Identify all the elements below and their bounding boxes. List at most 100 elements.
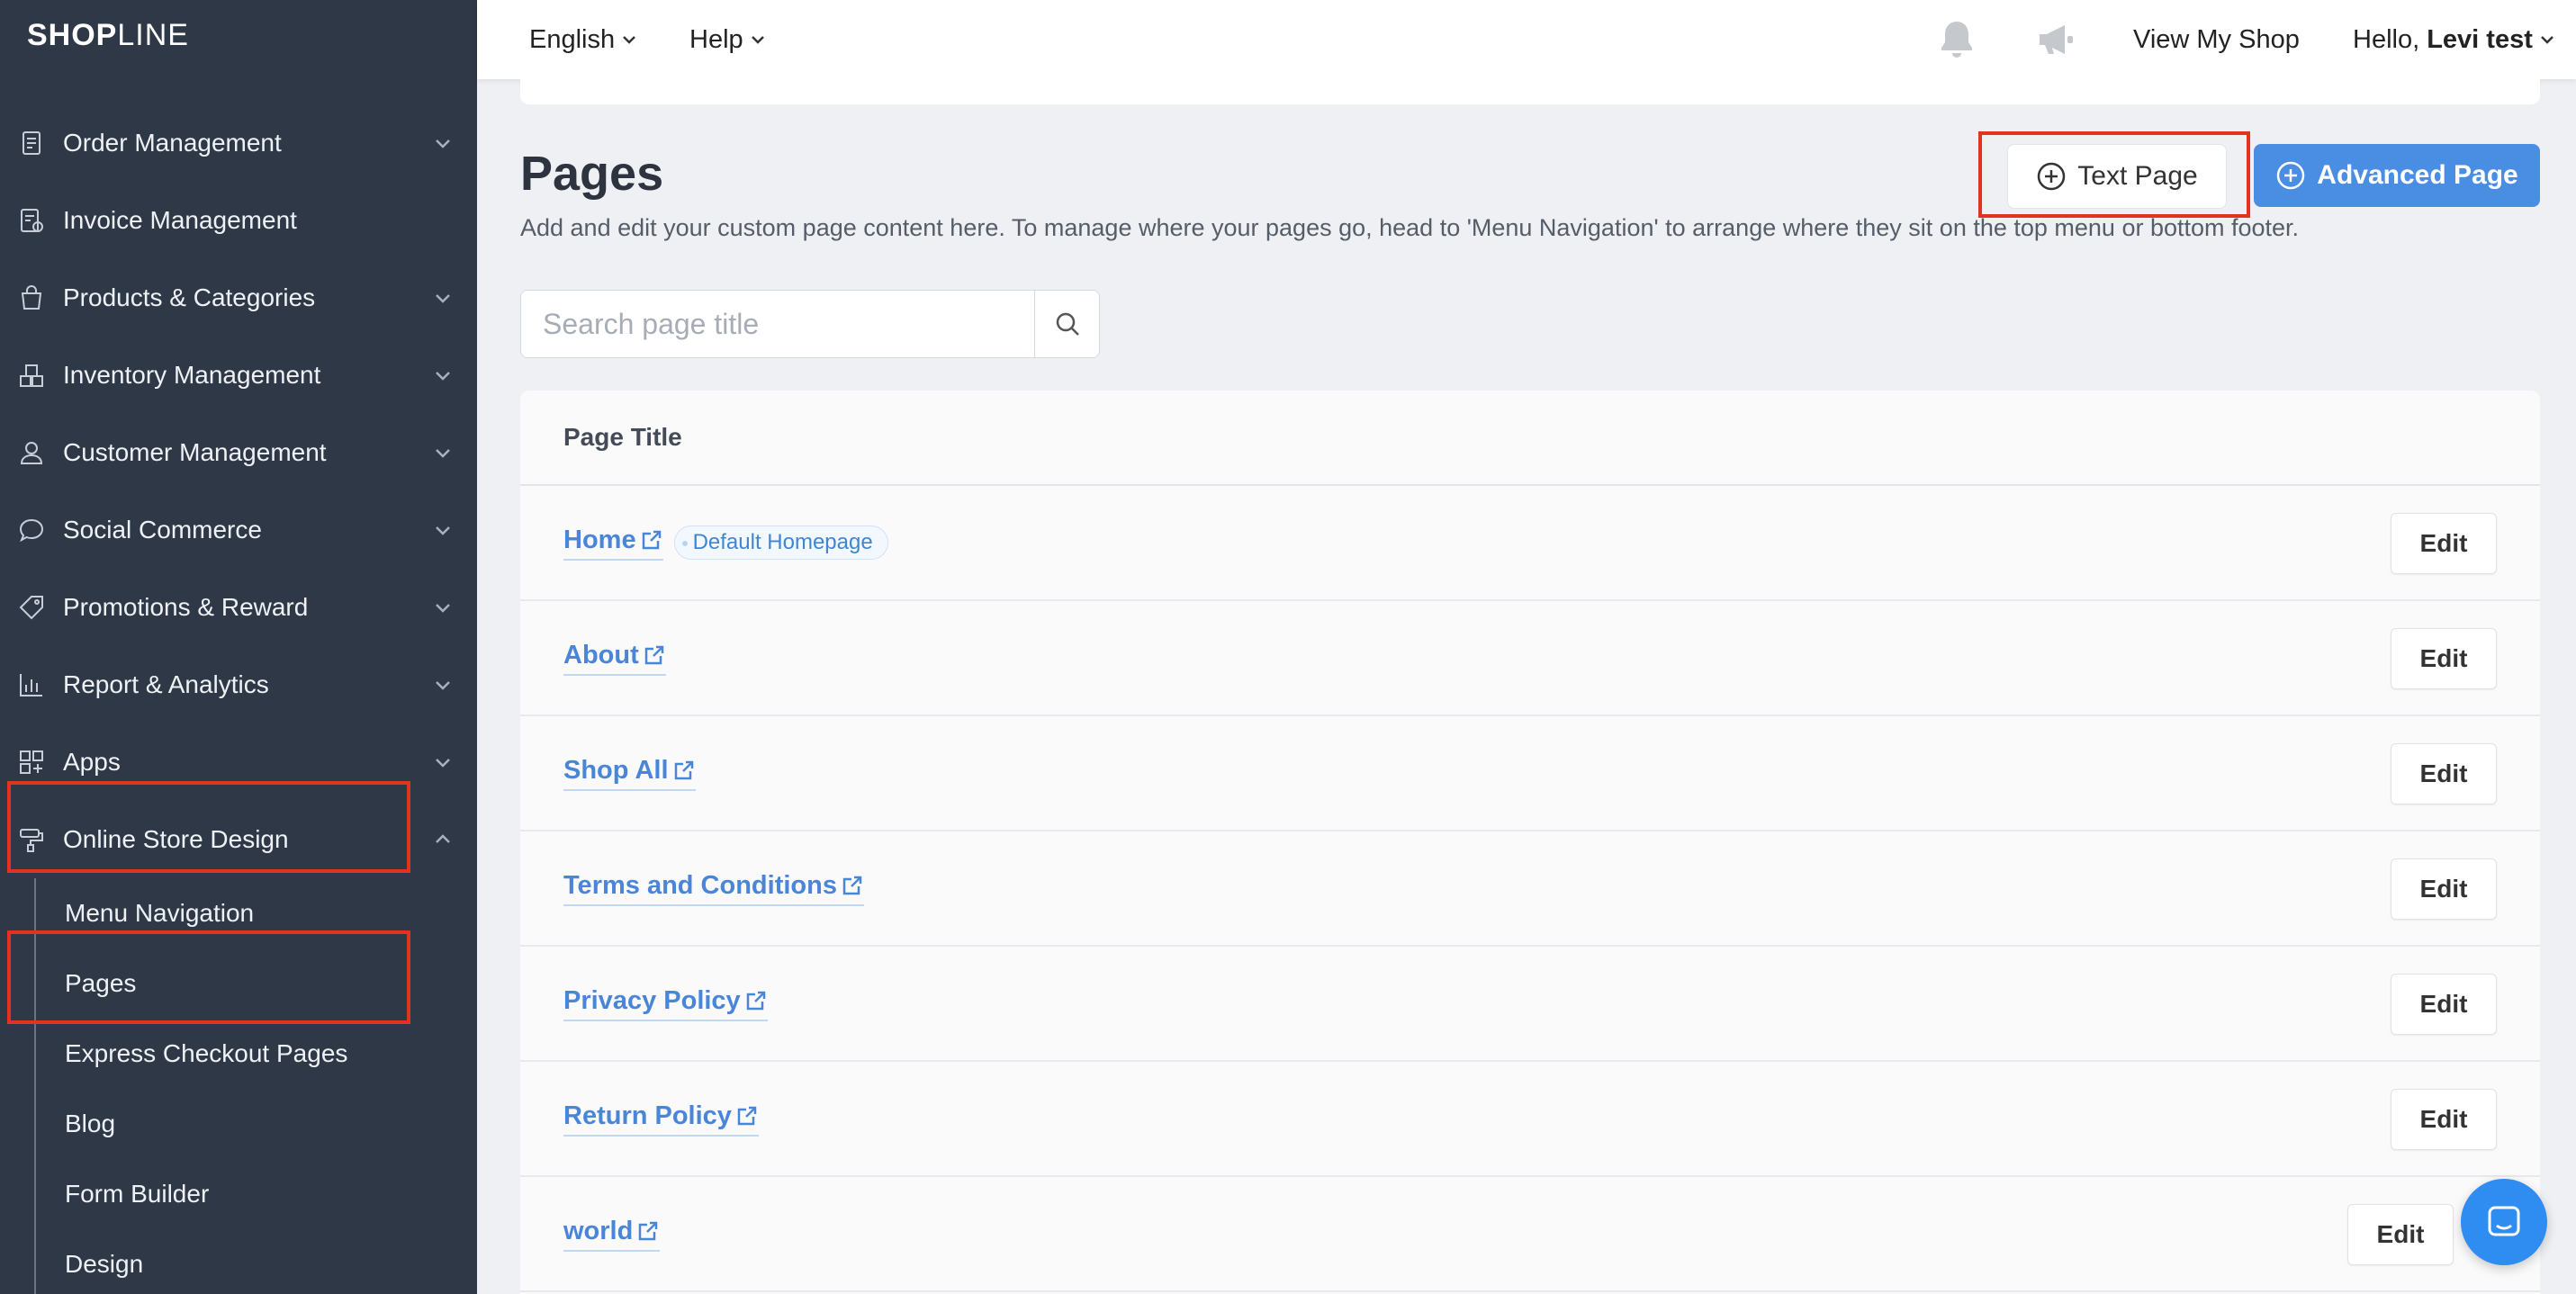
chevron-down-icon	[2540, 36, 2553, 44]
help-dropdown[interactable]: Help	[689, 0, 767, 79]
user-name: Levi test	[2427, 24, 2533, 54]
sidebar-subitem-menu-navigation[interactable]: Menu Navigation	[36, 878, 477, 948]
chevron-down-icon	[432, 132, 454, 154]
sidebar-item-label: Report & Analytics	[63, 670, 269, 698]
chevron-down-icon	[623, 36, 636, 44]
page-title-text: world	[563, 1216, 634, 1245]
sidebar: SHOPLINE Order Management Invoice Manage…	[0, 0, 477, 1294]
chevron-down-icon	[432, 287, 454, 309]
sidebar-item-inventory-management[interactable]: Inventory Management	[0, 337, 477, 414]
search-button[interactable]	[1034, 291, 1099, 357]
page-link[interactable]: Return Policy	[563, 1101, 759, 1137]
sidebar-subitem-express-checkout-pages[interactable]: Express Checkout Pages	[36, 1019, 477, 1089]
chevron-down-icon	[432, 364, 454, 386]
sidebar-subitem-blog[interactable]: Blog	[36, 1089, 477, 1159]
sidebar-item-label: Customer Management	[63, 438, 327, 466]
sidebar-subitem-pages[interactable]: Pages	[36, 948, 477, 1019]
sidebar-item-products-categories[interactable]: Products & Categories	[0, 259, 477, 337]
plus-circle-icon	[2277, 161, 2305, 190]
table-row: Shop All Edit	[520, 716, 2540, 831]
chevron-up-icon	[432, 829, 454, 850]
add-text-page-button[interactable]: Text Page	[2007, 144, 2227, 209]
page-link[interactable]: Shop All	[563, 756, 696, 791]
sidebar-item-label: Apps	[63, 748, 121, 776]
sidebar-item-label: Social Commerce	[63, 516, 262, 544]
boxes-icon	[16, 360, 47, 391]
page-title-text: Shop All	[563, 755, 669, 785]
sidebar-item-order-management[interactable]: Order Management	[0, 104, 477, 182]
chevron-down-icon	[432, 442, 454, 463]
sidebar-subitem-design[interactable]: Design	[36, 1229, 477, 1294]
search-box	[520, 290, 1100, 358]
chevron-down-icon	[432, 519, 454, 541]
page-title-text: About	[563, 640, 639, 669]
language-label: English	[529, 24, 616, 54]
bell-icon[interactable]	[1933, 16, 1980, 63]
online-store-design-submenu: Menu Navigation Pages Express Checkout P…	[34, 878, 477, 1294]
page-title: Pages	[520, 147, 664, 201]
view-my-shop-link[interactable]: View My Shop	[2133, 0, 2300, 79]
sidebar-item-online-store-design[interactable]: Online Store Design	[0, 801, 477, 878]
external-link-icon	[644, 645, 663, 665]
table-row: world Edit	[520, 1177, 2540, 1292]
sidebar-nav: Order Management Invoice Management Prod…	[0, 104, 477, 1294]
page-link[interactable]: Home	[563, 526, 663, 561]
edit-button[interactable]: Edit	[2391, 513, 2497, 574]
sidebar-item-label: Order Management	[63, 129, 282, 157]
bar-chart-icon	[16, 669, 47, 700]
column-header-page-title: Page Title	[563, 423, 682, 451]
edit-button[interactable]: Edit	[2391, 974, 2497, 1035]
sidebar-item-customer-management[interactable]: Customer Management	[0, 414, 477, 491]
advanced-page-label: Advanced Page	[2317, 160, 2518, 190]
text-page-label: Text Page	[2077, 161, 2198, 191]
external-link-icon	[642, 530, 661, 550]
tag-icon	[16, 592, 47, 623]
chevron-down-icon	[432, 751, 454, 773]
edit-button[interactable]: Edit	[2391, 743, 2497, 804]
search-input[interactable]	[521, 291, 1034, 357]
sidebar-subitem-form-builder[interactable]: Form Builder	[36, 1159, 477, 1229]
sidebar-item-report-analytics[interactable]: Report & Analytics	[0, 646, 477, 723]
edit-button[interactable]: Edit	[2347, 1204, 2454, 1265]
user-menu[interactable]: Hello, Levi test	[2353, 0, 2556, 79]
sidebar-item-label: Inventory Management	[63, 361, 321, 389]
page-title-text: Terms and Conditions	[563, 870, 837, 900]
table-row: About Edit	[520, 601, 2540, 716]
sidebar-item-invoice-management[interactable]: Invoice Management	[0, 182, 477, 259]
external-link-icon	[746, 991, 765, 1011]
page-link[interactable]: Terms and Conditions	[563, 871, 864, 906]
sidebar-item-promotions-reward[interactable]: Promotions & Reward	[0, 569, 477, 646]
table-row: Terms and Conditions Edit	[520, 831, 2540, 947]
add-advanced-page-button[interactable]: Advanced Page	[2254, 144, 2540, 207]
chat-icon	[2488, 1206, 2520, 1236]
shopping-bag-icon	[16, 283, 47, 313]
megaphone-icon[interactable]	[2032, 16, 2079, 63]
external-link-icon	[842, 876, 862, 895]
sidebar-item-label: Invoice Management	[63, 206, 297, 234]
table-row: Return Policy Edit	[520, 1062, 2540, 1177]
chevron-down-icon	[751, 36, 764, 44]
edit-button[interactable]: Edit	[2391, 858, 2497, 920]
greeting-text: Hello,	[2353, 24, 2427, 54]
paint-roller-icon	[16, 824, 47, 855]
language-dropdown[interactable]: English	[529, 0, 638, 79]
sidebar-item-apps[interactable]: Apps	[0, 723, 477, 801]
top-bar: English Help View My Shop Hello, Levi te…	[477, 0, 2576, 79]
clipboard-icon	[16, 128, 47, 158]
shopline-logo[interactable]: SHOPLINE	[27, 18, 189, 53]
table-row: Home Default Homepage Edit	[520, 486, 2540, 601]
user-icon	[16, 437, 47, 468]
edit-button[interactable]: Edit	[2391, 628, 2497, 689]
table-header: Page Title	[520, 391, 2540, 486]
page-link[interactable]: Privacy Policy	[563, 986, 768, 1021]
top-card-strip	[520, 79, 2540, 104]
page-link[interactable]: About	[563, 641, 666, 676]
sidebar-item-label: Products & Categories	[63, 283, 316, 311]
page-description: Add and edit your custom page content he…	[520, 214, 2300, 241]
sidebar-item-social-commerce[interactable]: Social Commerce	[0, 491, 477, 569]
page-link[interactable]: world	[563, 1216, 661, 1252]
pages-table: Page Title Home Default Homepage Edit Ab…	[520, 391, 2540, 1294]
edit-button[interactable]: Edit	[2391, 1089, 2497, 1150]
page-title-text: Privacy Policy	[563, 985, 741, 1015]
chat-launcher-button[interactable]	[2461, 1179, 2547, 1265]
